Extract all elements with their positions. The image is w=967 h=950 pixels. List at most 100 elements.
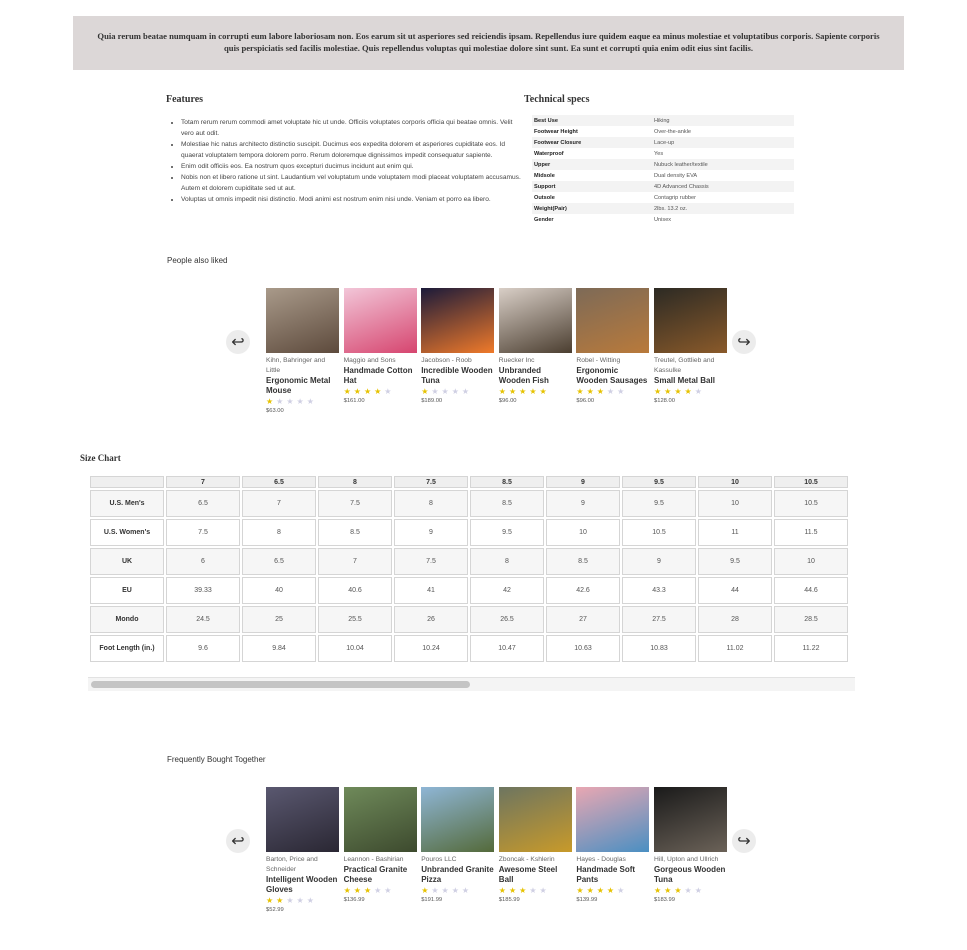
star-icon: ★ [519,886,530,895]
carousel-prev-button[interactable]: ↩ [226,330,250,354]
product-card[interactable]: Pouros LLC Unbranded Granite Pizza ★★★★★ $1… [421,787,495,905]
star-icon: ★ [684,387,695,396]
spec-value: Contagrip rubber [654,194,696,201]
product-image[interactable] [576,288,650,353]
star-icon: ★ [596,886,607,895]
product-name[interactable]: Gorgeous Wooden Tuna [654,865,727,885]
size-cell: 24.5 [166,606,240,633]
rating-stars: ★★★★★ [576,885,649,896]
arrow-right-icon: ↪ [737,833,751,850]
star-icon: ★ [421,387,432,396]
rating-stars: ★★★★★ [266,895,339,906]
star-icon: ★ [586,886,597,895]
product-name[interactable]: Handmade Cotton Hat [344,366,417,386]
product-name[interactable]: Intelligent Wooden Gloves [266,875,339,895]
product-name[interactable]: Awesome Steel Ball [499,865,572,885]
size-cell: 42.6 [546,577,620,604]
product-brand: Kihn, Bahringer and Little [266,357,326,374]
product-image[interactable] [266,787,339,852]
spec-row: Weight(Pair) 2lbs. 13.2 oz. [532,203,794,214]
product-card[interactable]: Jacobson - Roob Incredible Wooden Tuna ★★★… [421,288,495,406]
features-title: Features [166,94,204,105]
size-cell: 10.83 [622,635,696,662]
spec-row: Footwear Closure Lace-up [532,137,794,148]
star-icon: ★ [539,387,550,396]
carousel-prev-button[interactable]: ↩ [226,829,250,853]
product-image[interactable] [576,787,650,852]
size-cell: 9.5 [698,548,772,575]
size-cell: 8.5 [470,490,544,517]
size-chart-scroll-area[interactable]: 7 6.5 8 7.5 8.5 9 9.5 10 10.5 U.S. Men's 6.5 7 7.5 8… [88,474,855,664]
product-name[interactable]: Handmade Soft Pants [576,865,649,885]
product-price: $63.00 [266,408,284,414]
star-icon: ★ [654,387,665,396]
product-image[interactable] [654,787,727,852]
product-price: $183.99 [654,897,675,903]
spec-key: Upper [532,159,652,170]
product-name[interactable]: Ergonomic Metal Mouse [266,376,339,396]
product-card[interactable]: Maggio and Sons Handmade Cotton Hat ★★★★★ $… [343,288,417,406]
size-column-header: 10.5 [774,476,848,488]
product-name[interactable]: Incredible Wooden Tuna [421,366,494,386]
star-icon: ★ [586,387,597,396]
star-icon: ★ [674,387,685,396]
feature-item: Molestiae hic natus architecto distincti… [181,139,526,161]
carousel-next-button[interactable]: ↪ [732,829,756,853]
announcement-banner: Quia rerum beatae numquam in corrupti eu… [73,16,904,70]
product-name[interactable]: Ergonomic Wooden Sausages [576,366,649,386]
size-cell: 6 [166,548,240,575]
product-brand: Hayes - Douglas [576,856,626,863]
product-card[interactable]: Treutel, Gottlieb and Kassulke Small Meta… [654,288,727,406]
star-icon: ★ [343,387,354,396]
star-icon: ★ [461,886,473,895]
size-column-header: 9.5 [622,476,696,488]
product-name[interactable]: Unbranded Granite Pizza [421,865,494,885]
product-image[interactable] [266,288,339,353]
rating-stars: ★★★★★ [344,386,417,397]
size-cell: 9.5 [470,519,544,546]
product-brand: Treutel, Gottlieb and Kassulke [654,357,715,374]
star-icon: ★ [306,397,317,406]
product-image[interactable] [654,288,727,353]
rating-stars: ★★★★★ [499,885,572,896]
product-card[interactable]: Kihn, Bahringer and Little Ergonomic Meta… [266,288,339,416]
size-cell: 9.5 [622,490,696,517]
size-cell: 10.63 [546,635,620,662]
size-column-header: 8.5 [470,476,544,488]
spec-row: Footwear Height Over-the-ankle [532,126,794,137]
product-image[interactable] [421,288,495,353]
horizontal-scrollbar[interactable] [88,677,855,691]
spec-row: Midsole Dual density EVA [532,170,794,181]
star-icon: ★ [296,896,307,905]
product-image[interactable] [498,288,572,353]
product-card[interactable]: Ruecker Inc Unbranded Wooden Fish ★★★★★ $96… [498,288,572,406]
star-icon: ★ [266,896,277,905]
scrollbar-thumb[interactable] [91,681,470,688]
product-image[interactable] [498,787,572,852]
star-icon: ★ [431,886,442,895]
size-cell: 27 [546,606,620,633]
product-card[interactable]: Hayes - Douglas Handmade Soft Pants ★★★★★ $… [576,787,650,905]
product-name[interactable]: Small Metal Ball [654,376,727,386]
star-icon: ★ [276,896,287,905]
product-brand: Pouros LLC [421,856,457,863]
product-image[interactable] [343,288,417,353]
product-card[interactable]: Robel - Witting Ergonomic Wooden Sausages… [576,288,650,406]
size-cell: 9.6 [166,635,240,662]
product-name[interactable]: Practical Granite Cheese [344,865,417,885]
spec-value: Lace-up [652,137,794,148]
product-card[interactable]: Barton, Price and Schneider Intelligent W… [266,787,339,915]
product-card[interactable]: Hill, Upton and Ullrich Gorgeous Wooden T… [654,787,727,905]
product-card[interactable]: Zboncak - Kshlerin Awesome Steel Ball ★★★★… [498,787,572,905]
size-cell: 11 [698,519,772,546]
carousel-next-button[interactable]: ↪ [732,330,756,354]
size-cell: 26 [394,606,468,633]
rating-stars: ★★★★★ [421,885,494,896]
product-image[interactable] [421,787,495,852]
product-card[interactable]: Leannon - Bashirian Practical Granite Che… [343,787,417,905]
product-image[interactable] [343,787,417,852]
spec-key: Footwear Height [534,128,578,135]
rating-stars: ★★★★★ [499,386,572,397]
product-name[interactable]: Unbranded Wooden Fish [499,366,572,386]
product-price: $52.99 [266,907,284,913]
